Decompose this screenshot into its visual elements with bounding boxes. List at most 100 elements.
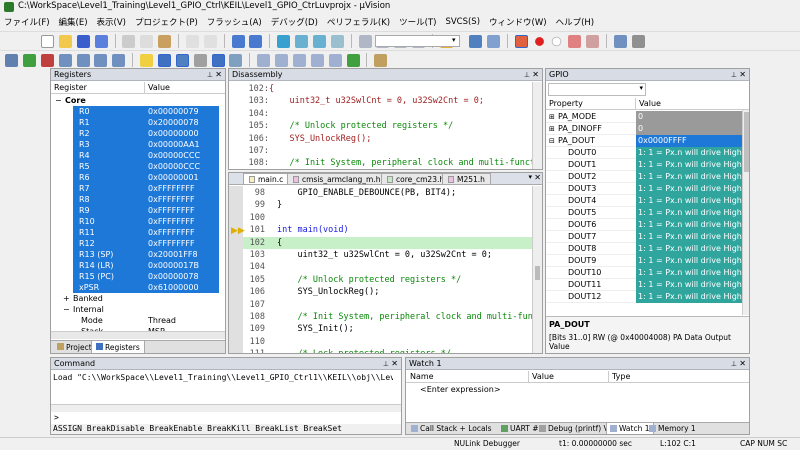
col-property[interactable]: Property [549, 98, 583, 110]
register-row[interactable]: R2 0x00000000 [73, 128, 219, 139]
menu-item-10[interactable]: ヘルプ(H) [556, 16, 595, 28]
editor-line[interactable]: 110 [243, 336, 533, 348]
scroll-thumb[interactable] [535, 266, 540, 280]
col-name[interactable]: Name [410, 371, 434, 383]
incremental-find-icon[interactable] [486, 34, 500, 48]
editor-line[interactable]: 99} [243, 199, 533, 211]
close-icon[interactable]: ✕ [391, 358, 398, 370]
register-row[interactable]: R15 (PC) 0x00000078 [73, 271, 219, 282]
editor-line[interactable]: 105 /* Unlock protected registers */ [243, 274, 533, 286]
editor-gutter[interactable] [229, 186, 243, 353]
expand-icon[interactable]: − [63, 304, 70, 315]
editor-line[interactable]: 104 [243, 261, 533, 273]
register-row[interactable]: R5 0x00000CCC [73, 161, 219, 172]
close-icon[interactable]: ✕ [739, 69, 746, 81]
gpio-row[interactable]: DOUT5 1: 1 = Px.n will drive High if t... [546, 207, 742, 219]
register-row[interactable]: R7 0xFFFFFFFF [73, 183, 219, 194]
command-window-icon[interactable] [157, 53, 171, 67]
gpio-row[interactable]: DOUT2 1: 1 = Px.n will drive High if t... [546, 171, 742, 183]
bookmark-prev-icon[interactable] [295, 34, 308, 48]
bookmark-icon[interactable] [277, 34, 291, 48]
indent-icon[interactable] [358, 34, 372, 48]
trace-window-icon[interactable] [328, 53, 342, 67]
gpio-row[interactable]: ⊟ PA_DOUT 0x0000FFFF [546, 135, 742, 147]
gpio-row[interactable]: DOUT3 1: 1 = Px.n will drive High if t... [546, 183, 742, 195]
pin-icon[interactable]: ⊥ [731, 358, 737, 370]
editor-tab[interactable]: core_cm23.h [381, 173, 451, 184]
bookmark-clear-icon[interactable] [330, 34, 344, 48]
col-type[interactable]: Type [612, 371, 630, 383]
gpio-select[interactable]: ▾ [548, 83, 646, 96]
menu-item-0[interactable]: ファイル(F) [4, 16, 50, 28]
tree-node-internal[interactable]: − Internal [51, 304, 225, 315]
bookmark-next-icon[interactable] [312, 34, 326, 48]
gpio-row[interactable]: DOUT10 1: 1 = Px.n will drive High if t..… [546, 267, 742, 279]
tab-list-icon[interactable]: ▾ [528, 173, 532, 181]
col-value[interactable]: Value [148, 82, 170, 94]
gpio-row[interactable]: DOUT4 1: 1 = Px.n will drive High if t... [546, 195, 742, 207]
editor-line[interactable]: 98 GPIO_ENABLE_DEBOUNCE(PB, BIT4); [243, 187, 533, 199]
editor-line[interactable]: 101 int main(void) [243, 224, 533, 236]
gpio-row[interactable]: DOUT0 1: 1 = Px.n will drive High if t... [546, 147, 742, 159]
step-over-icon[interactable] [76, 53, 90, 67]
register-row[interactable]: R14 (LR) 0x0000017B [73, 260, 219, 271]
menu-item-3[interactable]: プロジェクト(P) [135, 16, 198, 28]
editor-code[interactable]: 98 GPIO_ENABLE_DEBOUNCE(PB, BIT4); 99} 100… [243, 187, 538, 353]
new-file-icon[interactable] [41, 34, 54, 48]
gpio-row[interactable]: ⊞ PA_DINOFF 0 [546, 123, 742, 135]
redo-icon[interactable] [203, 34, 217, 48]
undo-icon[interactable] [185, 34, 199, 48]
save-icon[interactable] [76, 34, 90, 48]
register-row[interactable]: R13 (SP) 0x20001FF8 [73, 249, 219, 260]
menu-item-7[interactable]: ツール(T) [399, 16, 436, 28]
register-row[interactable]: R0 0x00000079 [73, 106, 219, 117]
scroll-thumb[interactable] [744, 112, 749, 172]
pin-icon[interactable]: ⊥ [731, 69, 737, 81]
nav-back-icon[interactable] [231, 34, 245, 48]
register-row[interactable]: R4 0x00000CCC [73, 150, 219, 161]
disassembly-line[interactable]: 107: [229, 145, 529, 157]
paste-icon[interactable] [158, 34, 172, 48]
expand-icon[interactable]: ⊞ [549, 111, 555, 123]
editor-line[interactable]: 109 SYS_Init(); [243, 323, 533, 335]
call-stack-window-icon[interactable] [229, 53, 243, 67]
gpio-scrollbar[interactable] [742, 110, 749, 315]
configure-icon[interactable] [631, 34, 645, 48]
reset-icon[interactable] [5, 53, 18, 67]
pin-icon[interactable]: ⊥ [524, 69, 530, 81]
find-icon[interactable] [469, 34, 482, 48]
disassembly-line[interactable]: 104: [229, 108, 529, 120]
serial-window-icon[interactable] [292, 53, 306, 67]
copy-icon[interactable] [140, 34, 154, 48]
editor-line[interactable]: 111 /* Lock protected registers */ [243, 348, 533, 353]
gpio-row[interactable]: DOUT8 1: 1 = Px.n will drive High if t... [546, 243, 742, 255]
register-row[interactable]: R1 0x20000078 [73, 117, 219, 128]
gpio-row[interactable]: DOUT7 1: 1 = Px.n will drive High if t... [546, 231, 742, 243]
debug-session-icon[interactable] [514, 34, 528, 48]
menu-item-6[interactable]: ペリフェラル(K) [327, 16, 390, 28]
command-hscroll[interactable] [51, 404, 401, 412]
editor-tab[interactable]: main.c [243, 173, 290, 184]
toolbox-icon[interactable] [374, 53, 388, 67]
editor-line[interactable]: 102 { [243, 236, 533, 249]
gpio-row[interactable]: DOUT1 1: 1 = Px.n will drive High if t... [546, 159, 742, 171]
col-register[interactable]: Register [54, 82, 87, 94]
editor-line[interactable]: 106 SYS_UnlockReg(); [243, 286, 533, 298]
gpio-row[interactable]: DOUT9 1: 1 = Px.n will drive High if t... [546, 255, 742, 267]
register-row[interactable]: R9 0xFFFFFFFF [73, 205, 219, 216]
editor-line[interactable]: 108 /* Init System, peripheral clock and… [243, 311, 538, 323]
step-out-icon[interactable] [94, 53, 108, 67]
menu-item-2[interactable]: 表示(V) [97, 16, 126, 28]
menu-item-8[interactable]: SVCS(S) [445, 17, 480, 27]
run-to-cursor-icon[interactable] [112, 53, 126, 67]
tab-registers[interactable]: Registers [91, 341, 145, 353]
register-row[interactable]: R6 0x00000001 [73, 172, 219, 183]
run-icon[interactable] [22, 53, 36, 67]
watch-tab[interactable]: Memory 1 [646, 423, 699, 434]
pin-icon[interactable]: ⊥ [207, 69, 213, 81]
tab-project[interactable]: Project [53, 342, 96, 353]
registers-scrollbar[interactable] [51, 331, 225, 339]
col-value[interactable]: Value [639, 98, 661, 110]
disassembly-line[interactable]: 106: SYS_UnlockReg(); [229, 133, 529, 145]
tree-node-banked[interactable]: + Banked [51, 293, 225, 304]
